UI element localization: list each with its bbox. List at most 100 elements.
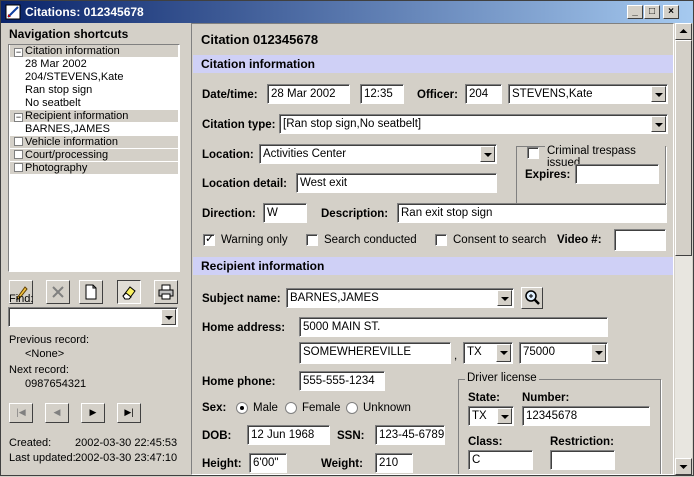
nav-item-date[interactable]: 28 Mar 2002 — [9, 58, 179, 71]
datetime-label: Date/time: — [202, 89, 258, 101]
license-class-label: Class: — [468, 436, 503, 448]
nav-group-vehicle-information[interactable]: Vehicle information — [10, 136, 178, 149]
expand-icon[interactable] — [14, 163, 23, 172]
expand-icon[interactable] — [14, 137, 23, 146]
last-record-button[interactable]: ▶| — [117, 403, 141, 423]
delete-button[interactable] — [46, 280, 70, 304]
license-state-combobox[interactable]: TX — [468, 406, 514, 426]
previous-record-button[interactable]: ◀ — [45, 403, 69, 423]
maximize-button[interactable]: □ — [644, 5, 660, 19]
find-combobox[interactable] — [8, 307, 178, 327]
form-scrollbar[interactable] — [675, 23, 692, 475]
chevron-down-icon[interactable] — [591, 344, 606, 362]
driver-license-title: Driver license — [465, 372, 539, 384]
minimize-button[interactable]: _ — [627, 5, 643, 19]
address-line1-field[interactable]: 5000 MAIN ST. — [299, 317, 608, 337]
previous-record-value: <None> — [25, 348, 65, 360]
navigation-tree[interactable]: − Citation information 28 Mar 2002 204/ST… — [8, 44, 180, 272]
first-record-button[interactable]: |◀ — [9, 403, 33, 423]
sex-female-radio[interactable] — [285, 402, 297, 414]
description-field[interactable]: Ran exit stop sign — [397, 203, 667, 223]
criminal-trespass-checkbox[interactable] — [527, 147, 539, 159]
location-combobox[interactable]: Activities Center — [259, 144, 497, 164]
navigation-title: Navigation shortcuts — [9, 27, 129, 41]
last-record-icon: ▶| — [124, 407, 134, 417]
collapse-icon[interactable]: − — [14, 113, 23, 122]
subject-name-combobox[interactable]: BARNES,JAMES — [286, 288, 514, 308]
scroll-up-button[interactable] — [675, 23, 692, 40]
chevron-down-icon[interactable] — [497, 408, 512, 424]
citation-type-combobox[interactable]: [Ran stop sign,No seatbelt] — [279, 114, 668, 134]
nav-item-no-seatbelt[interactable]: No seatbelt — [9, 97, 179, 110]
city-field[interactable]: SOMEWHEREVILLE — [299, 342, 451, 364]
title-bar[interactable]: Citations: 012345678 _ □ × — [1, 1, 693, 23]
scroll-thumb[interactable] — [675, 40, 692, 256]
collapse-icon[interactable]: − — [14, 48, 23, 57]
sex-female-label: Female — [302, 402, 341, 414]
last-updated-value: 2002-03-30 23:47:10 — [75, 452, 178, 464]
location-detail-field[interactable]: West exit — [296, 173, 497, 193]
sex-male-radio[interactable] — [236, 402, 248, 414]
next-record-value[interactable]: 0987654321 — [25, 378, 86, 390]
home-phone-field[interactable]: 555-555-1234 — [299, 371, 385, 391]
zip-combobox[interactable]: 75000 — [519, 342, 608, 364]
citations-window: Citations: 012345678 _ □ × Navigation sh… — [0, 0, 694, 476]
license-number-field[interactable]: 12345678 — [522, 406, 650, 426]
officer-name-combobox[interactable]: STEVENS,Kate — [508, 84, 668, 104]
previous-record-label: Previous record: — [9, 334, 90, 346]
license-state-label: State: — [468, 392, 500, 404]
time-field[interactable]: 12:35 — [360, 84, 404, 104]
warning-only-checkbox[interactable] — [203, 232, 215, 246]
warning-only-label: Warning only — [221, 234, 288, 246]
video-field[interactable] — [614, 229, 666, 251]
close-button[interactable]: × — [663, 5, 679, 19]
state-combobox[interactable]: TX — [463, 342, 513, 364]
chevron-down-icon[interactable] — [480, 146, 495, 162]
sex-male-label: Male — [253, 402, 278, 414]
date-field[interactable]: 28 Mar 2002 — [267, 84, 350, 104]
nav-item-recipient-name[interactable]: BARNES,JAMES — [9, 123, 179, 136]
lookup-subject-button[interactable] — [521, 287, 543, 309]
print-button[interactable] — [154, 280, 178, 304]
clear-button[interactable] — [117, 280, 141, 304]
direction-field[interactable]: W — [263, 203, 307, 223]
subject-name-label: Subject name: — [202, 293, 281, 305]
app-icon — [5, 4, 21, 20]
nav-item-officer[interactable]: 204/STEVENS,Kate — [9, 71, 179, 84]
sex-unknown-radio[interactable] — [346, 402, 358, 414]
nav-group-court-processing[interactable]: Court/processing — [10, 149, 178, 162]
scroll-down-button[interactable] — [675, 458, 692, 475]
chevron-down-icon[interactable] — [497, 290, 512, 306]
location-label: Location: — [202, 149, 254, 161]
height-label: Height: — [202, 458, 242, 470]
home-address-label: Home address: — [202, 322, 286, 334]
ssn-field[interactable]: 123-45-6789 — [375, 425, 445, 445]
expand-icon[interactable] — [14, 150, 23, 159]
license-restriction-field[interactable] — [550, 450, 615, 470]
search-conducted-checkbox[interactable] — [306, 234, 318, 246]
next-record-button[interactable]: ▶ — [81, 403, 105, 423]
chevron-down-icon[interactable] — [161, 309, 176, 325]
location-detail-label: Location detail: — [202, 178, 287, 190]
nav-item-ran-stop-sign[interactable]: Ran stop sign — [9, 84, 179, 97]
officer-id-field[interactable]: 204 — [465, 84, 502, 104]
chevron-down-icon[interactable] — [651, 116, 666, 132]
new-record-button[interactable] — [79, 280, 103, 304]
license-restriction-label: Restriction: — [550, 436, 614, 448]
search-conducted-label: Search conducted — [324, 234, 417, 246]
nav-group-citation-information[interactable]: − Citation information — [10, 45, 178, 58]
weight-label: Weight: — [321, 458, 363, 470]
weight-field[interactable]: 210 — [375, 453, 413, 473]
eraser-icon — [122, 286, 136, 300]
chevron-down-icon[interactable] — [651, 86, 666, 102]
next-record-label: Next record: — [9, 364, 69, 376]
nav-group-recipient-information[interactable]: − Recipient information — [10, 110, 178, 123]
nav-group-photography[interactable]: Photography — [10, 162, 178, 175]
citation-section-header: Citation information — [193, 55, 673, 73]
height-field[interactable]: 6'00" — [249, 453, 287, 473]
dob-field[interactable]: 12 Jun 1968 — [247, 425, 330, 445]
consent-to-search-checkbox[interactable] — [435, 234, 447, 246]
chevron-down-icon[interactable] — [496, 344, 511, 362]
license-class-field[interactable]: C — [468, 450, 533, 470]
expires-field[interactable] — [575, 164, 659, 184]
